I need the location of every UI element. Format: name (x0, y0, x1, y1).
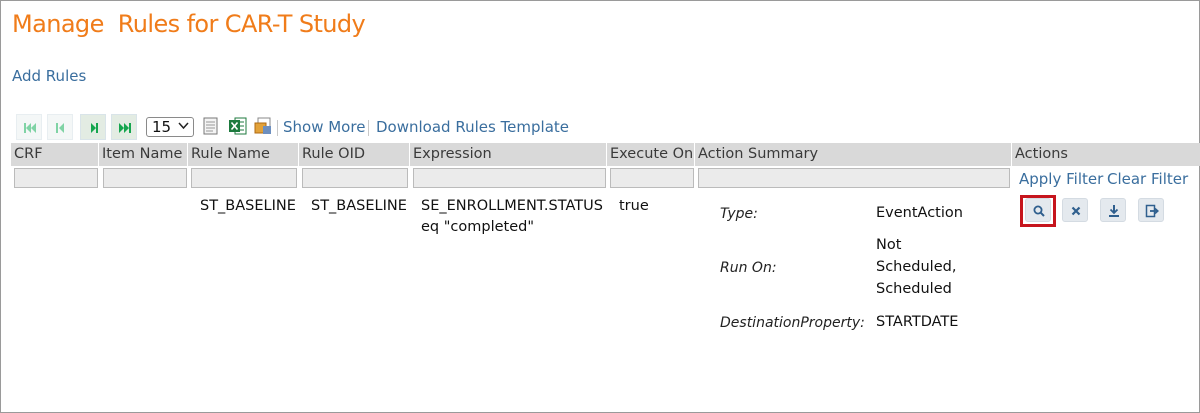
manage-rules-page: Manage Rules for CAR-T Study Add Rules 1… (0, 0, 1200, 413)
run-on-value-line-2: Scheduled, (876, 259, 957, 275)
column-rule-name[interactable]: Rule Name (188, 143, 299, 166)
destination-property-label: DestinationProperty: (720, 315, 865, 331)
last-page-button[interactable] (111, 114, 137, 140)
download-rules-template-link[interactable]: Download Rules Template (376, 118, 569, 136)
column-actions: Actions (1015, 146, 1068, 162)
table-header: CRF Item Name Rule Name Rule OID Express… (11, 143, 1200, 166)
rule-oid-cell: ST_BASELINE (311, 198, 407, 214)
next-page-icon (91, 123, 98, 133)
toolbar-divider (368, 120, 369, 136)
action-summary-filter[interactable] (698, 168, 1010, 188)
crf-filter[interactable] (14, 168, 98, 188)
expression-filter[interactable] (413, 168, 606, 188)
rule-name-filter[interactable] (191, 168, 297, 188)
column-expression[interactable]: Expression (410, 143, 607, 166)
run-on-label: Run On: (720, 260, 777, 276)
column-crf[interactable]: CRF (11, 143, 99, 166)
column-action-summary[interactable]: Action Summary (695, 143, 1012, 166)
add-rules-link[interactable]: Add Rules (12, 67, 86, 85)
excel-export-button[interactable] (229, 117, 247, 137)
remove-icon (1071, 206, 1081, 216)
rule-oid-filter[interactable] (302, 168, 408, 188)
first-page-icon (24, 123, 36, 133)
last-page-icon (119, 123, 131, 133)
download-rule-button[interactable] (1100, 198, 1126, 222)
show-more-link[interactable]: Show More (283, 118, 365, 136)
page-size-select[interactable]: 15 (146, 117, 194, 137)
download-icon (1109, 205, 1119, 217)
column-item-name[interactable]: Item Name (99, 143, 188, 166)
expression-line-2: eq "completed" (421, 219, 535, 235)
column-execute-on[interactable]: Execute On (607, 143, 695, 166)
pdf-icon (254, 117, 271, 134)
excel-icon (229, 117, 247, 135)
print-icon (203, 117, 218, 135)
prev-page-button[interactable] (47, 114, 73, 140)
export-rule-button[interactable] (1138, 198, 1164, 222)
clear-filter-link[interactable]: Clear Filter (1107, 170, 1188, 188)
run-on-value-line-1: Not (876, 237, 902, 253)
destination-property-value: STARTDATE (876, 314, 959, 330)
next-page-button[interactable] (80, 114, 106, 140)
run-on-value-line-3: Scheduled (876, 281, 952, 297)
page-size-value: 15 (152, 118, 172, 136)
rule-name-cell: ST_BASELINE (200, 198, 296, 214)
prev-page-icon (56, 123, 64, 133)
item-name-filter[interactable] (103, 168, 187, 188)
expression-line-1: SE_ENROLLMENT.STATUS (421, 198, 603, 214)
highlight-box (1020, 195, 1056, 227)
pdf-export-button[interactable] (254, 117, 272, 137)
table-toolbar: 15 Show More Download Rules Template (16, 114, 616, 140)
type-value: EventAction (876, 205, 963, 221)
page-title: Manage Rules for CAR-T Study (12, 10, 366, 38)
toolbar-divider (277, 120, 278, 136)
export-icon (1145, 204, 1159, 218)
column-rule-oid[interactable]: Rule OID (299, 143, 410, 166)
execute-on-cell: true (619, 198, 649, 214)
remove-rule-button[interactable] (1062, 198, 1088, 222)
first-page-button[interactable] (16, 114, 42, 140)
print-button[interactable] (203, 117, 221, 137)
chevron-down-icon (178, 122, 189, 130)
execute-on-filter[interactable] (610, 168, 694, 188)
apply-filter-link[interactable]: Apply Filter (1019, 170, 1103, 188)
type-label: Type: (720, 206, 758, 222)
